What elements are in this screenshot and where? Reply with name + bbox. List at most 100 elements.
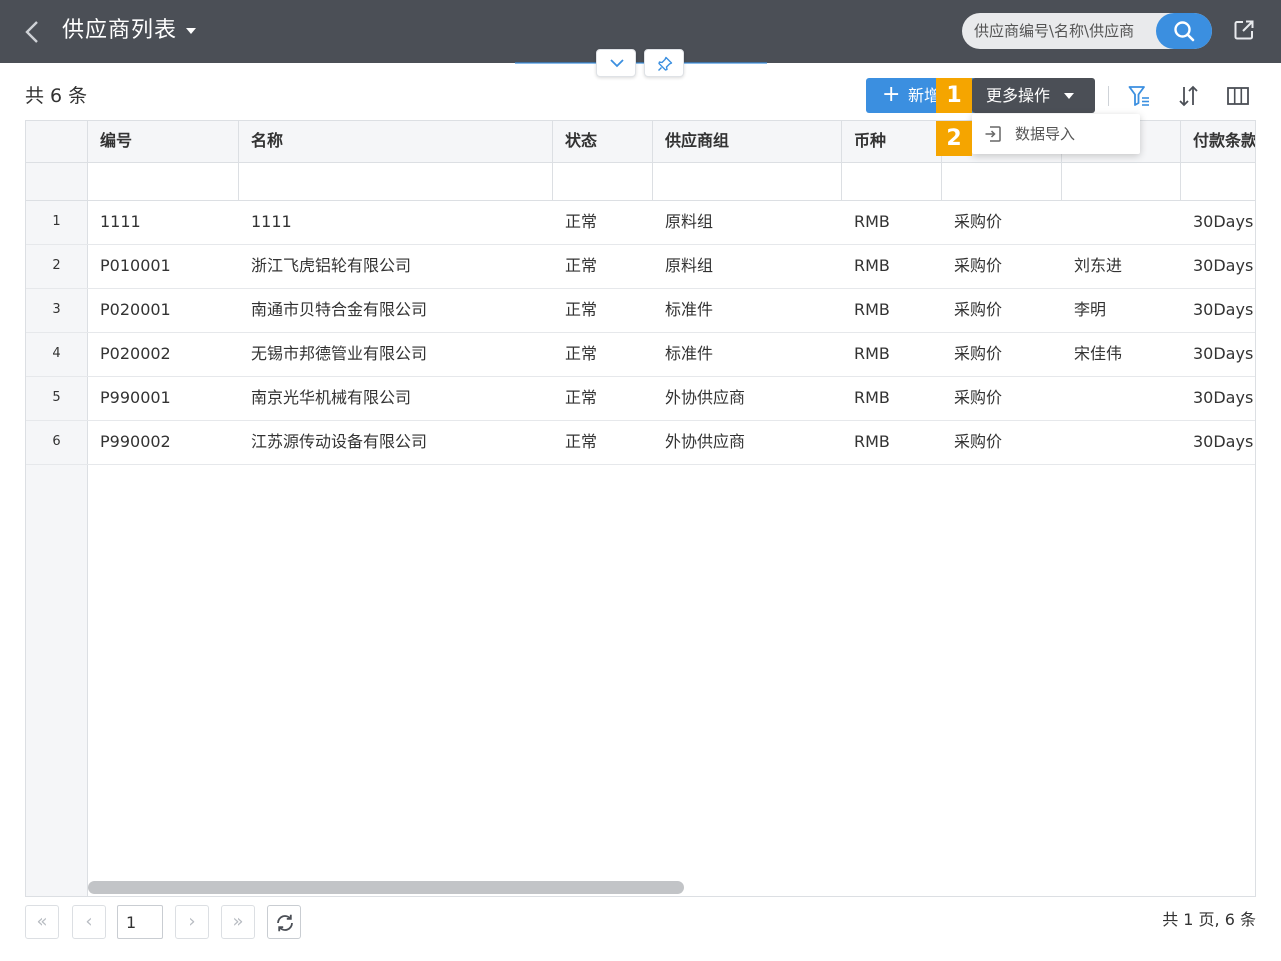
supplier-terms: 30Days <box>1193 344 1254 363</box>
table-row[interactable]: 4 P020002 无锡市邦德管业有限公司 正常 标准件 RMB 采购价 宋佳伟… <box>26 333 1255 377</box>
supplier-name: 浙江飞虎铝轮有限公司 <box>251 256 412 275</box>
supplier-name: 无锡市邦德管业有限公司 <box>251 344 428 363</box>
supplier-price-type: 采购价 <box>954 256 1003 275</box>
filter-status-input[interactable] <box>565 166 652 200</box>
back-chevron-icon[interactable] <box>20 18 44 46</box>
refresh-button[interactable] <box>267 905 301 939</box>
table-row[interactable]: 1 1111 1111 正常 原料组 RMB 采购价 30Days <box>26 201 1255 245</box>
supplier-buyer: 宋佳伟 <box>1074 344 1123 363</box>
page-number-input[interactable] <box>117 905 163 939</box>
row-number: 5 <box>26 377 88 420</box>
supplier-buyer: 刘东进 <box>1074 256 1123 275</box>
supplier-terms: 30Days <box>1193 388 1254 407</box>
row-number: 2 <box>26 245 88 288</box>
filter-price-cell <box>942 163 1062 200</box>
step-badge-1: 1 <box>936 78 972 113</box>
pager-summary: 共 1 页, 6 条 <box>1162 910 1256 929</box>
row-number: 1 <box>26 201 88 244</box>
supplier-price-type: 采购价 <box>954 388 1003 407</box>
supplier-price-type: 采购价 <box>954 212 1003 231</box>
horizontal-scrollbar[interactable] <box>88 881 684 894</box>
header-collapse-indicator <box>515 62 767 64</box>
chevron-down-icon <box>610 59 624 68</box>
supplier-terms: 30Days <box>1193 212 1254 231</box>
search-input[interactable] <box>974 13 1159 49</box>
supplier-code-link[interactable]: 1111 <box>88 201 239 244</box>
row-number: 6 <box>26 421 88 464</box>
supplier-status: 正常 <box>565 256 598 275</box>
filter-buyer-input[interactable] <box>1074 166 1180 200</box>
supplier-currency: RMB <box>854 256 890 275</box>
row-number: 3 <box>26 289 88 332</box>
import-icon <box>985 126 1001 142</box>
collapse-header-button[interactable] <box>596 49 636 77</box>
table-row[interactable]: 6 P990002 江苏源传动设备有限公司 正常 外协供应商 RMB 采购价 3… <box>26 421 1255 465</box>
supplier-group: 原料组 <box>665 212 714 231</box>
title-dropdown-caret-icon[interactable] <box>186 28 196 34</box>
search-icon <box>1174 21 1195 42</box>
supplier-status: 正常 <box>565 344 598 363</box>
supplier-code-link[interactable]: P010001 <box>88 245 239 288</box>
filter-group-input[interactable] <box>665 166 841 200</box>
menu-item-label: 数据导入 <box>1015 125 1076 143</box>
filter-icon[interactable] <box>1127 84 1151 108</box>
filter-status-cell <box>553 163 653 200</box>
top-bar: 供应商列表 <box>0 0 1281 63</box>
table-row[interactable]: 3 P020001 南通市贝特合金有限公司 正常 标准件 RMB 采购价 李明 … <box>26 289 1255 333</box>
filter-code-input[interactable] <box>100 166 238 200</box>
supplier-group: 外协供应商 <box>665 388 746 407</box>
supplier-group: 标准件 <box>665 344 714 363</box>
supplier-code-link[interactable]: P990002 <box>88 421 239 464</box>
menu-item-data-import[interactable]: 数据导入 <box>972 114 1140 154</box>
filter-row <box>26 163 1255 201</box>
supplier-currency: RMB <box>854 300 890 319</box>
sort-icon[interactable] <box>1177 84 1201 108</box>
column-header-group[interactable]: 供应商组 <box>653 121 842 162</box>
table-row[interactable]: 2 P010001 浙江飞虎铝轮有限公司 正常 原料组 RMB 采购价 刘东进 … <box>26 245 1255 289</box>
prev-page-button[interactable]: ‹ <box>72 905 106 939</box>
supplier-buyer <box>1062 421 1181 464</box>
filter-name-input[interactable] <box>251 166 552 200</box>
last-page-button[interactable]: » <box>221 905 255 939</box>
supplier-code-link[interactable]: P020002 <box>88 333 239 376</box>
pin-header-button[interactable] <box>644 49 684 77</box>
supplier-currency: RMB <box>854 212 890 231</box>
supplier-price-type: 采购价 <box>954 344 1003 363</box>
filter-buyer-cell <box>1062 163 1181 200</box>
table-row[interactable]: 5 P990001 南京光华机械有限公司 正常 外协供应商 RMB 采购价 30… <box>26 377 1255 421</box>
column-header-name[interactable]: 名称 <box>239 121 553 162</box>
supplier-code-link[interactable]: P990001 <box>88 377 239 420</box>
column-header-status[interactable]: 状态 <box>553 121 653 162</box>
filter-price-input[interactable] <box>954 166 1061 200</box>
supplier-group: 标准件 <box>665 300 714 319</box>
open-external-icon[interactable] <box>1232 18 1256 42</box>
pin-icon <box>658 56 673 71</box>
supplier-code-link[interactable]: P020001 <box>88 289 239 332</box>
more-actions-button[interactable]: 更多操作 <box>972 78 1095 113</box>
column-header-code[interactable]: 编号 <box>88 121 239 162</box>
supplier-status: 正常 <box>565 212 598 231</box>
column-header-currency[interactable]: 币种 <box>842 121 942 162</box>
filter-currency-input[interactable] <box>854 166 941 200</box>
filter-row-number <box>26 163 88 200</box>
supplier-currency: RMB <box>854 344 890 363</box>
filter-terms-input[interactable] <box>1193 166 1255 200</box>
refresh-icon <box>277 914 293 932</box>
page-title[interactable]: 供应商列表 <box>62 15 177 47</box>
supplier-group: 原料组 <box>665 256 714 275</box>
column-header-terms[interactable]: 付款条款 <box>1181 121 1255 162</box>
filter-group-cell <box>653 163 842 200</box>
supplier-status: 正常 <box>565 300 598 319</box>
supplier-terms: 30Days <box>1193 300 1254 319</box>
supplier-status: 正常 <box>565 432 598 451</box>
supplier-table: 编号 名称 状态 供应商组 币种 付款条款 1 1111 1111 正常 原料组… <box>25 120 1256 897</box>
first-page-button[interactable]: « <box>25 905 59 939</box>
page: 供应商列表 共 6 条 + 新增 1 <box>0 0 1281 961</box>
search-button[interactable] <box>1156 13 1212 49</box>
next-page-button[interactable]: › <box>175 905 209 939</box>
columns-icon[interactable] <box>1226 84 1250 108</box>
filter-name-cell <box>239 163 553 200</box>
more-actions-menu: 数据导入 <box>972 114 1140 154</box>
supplier-terms: 30Days <box>1193 432 1254 451</box>
supplier-status: 正常 <box>565 388 598 407</box>
